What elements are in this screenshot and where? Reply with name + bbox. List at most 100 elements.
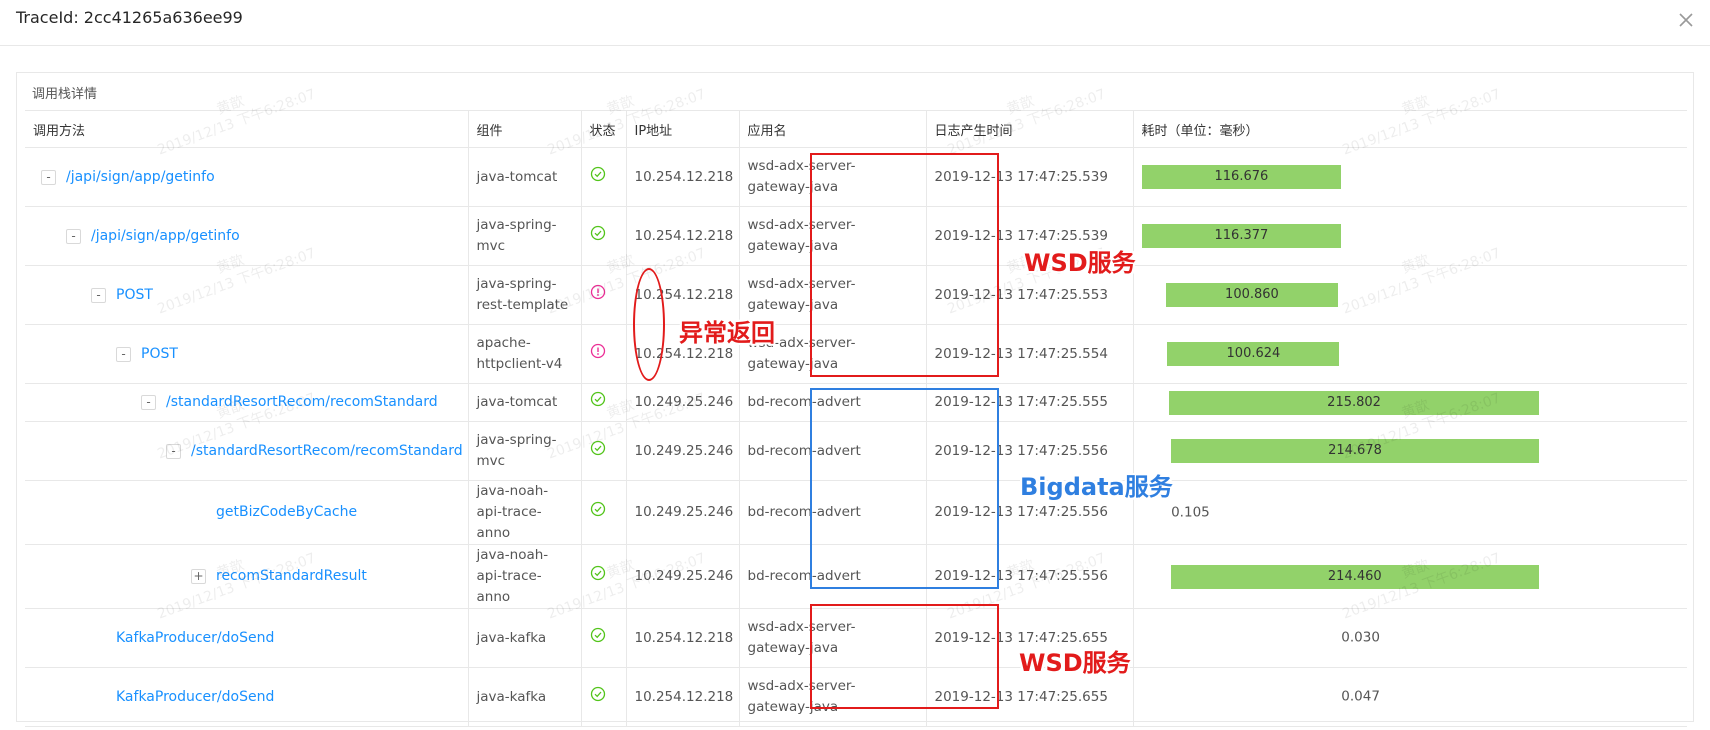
table-row: - POST java-spring-rest-template 10.254.12.… bbox=[25, 265, 1687, 325]
method-cell: + recomStandardResult bbox=[25, 544, 468, 609]
success-status-icon bbox=[590, 627, 606, 647]
table-header-row: 调用方法 组件 状态 IP地址 应用名 日志产生时间 耗时（单位：毫秒） bbox=[25, 110, 1687, 148]
component-cell: java-tomcat bbox=[467, 383, 581, 422]
success-status-icon bbox=[590, 686, 606, 706]
status-cell bbox=[580, 265, 626, 325]
expand-toggle[interactable]: - bbox=[91, 287, 106, 303]
bigdata-service-label: Bigdata服务 bbox=[1020, 473, 1173, 501]
ip-cell: 10.254.12.218 bbox=[625, 667, 739, 727]
duration-cell: 214.678 bbox=[1132, 421, 1687, 481]
duration-cell: 215.802 bbox=[1132, 383, 1687, 422]
column-header-app: 应用名 bbox=[738, 110, 926, 148]
duration-cell: 116.377 bbox=[1132, 206, 1687, 266]
app-cell: wsd-adx-server-gateway-java bbox=[738, 206, 926, 266]
table-row: KafkaProducer/doSend java-kafka 10.254.12.… bbox=[25, 667, 1687, 727]
method-link[interactable]: KafkaProducer/doSend bbox=[116, 687, 274, 708]
expand-toggle[interactable]: - bbox=[41, 169, 56, 185]
status-cell bbox=[580, 421, 626, 481]
method-link[interactable]: getBizCodeByCache bbox=[216, 502, 357, 523]
duration-bar: 214.460 bbox=[1171, 564, 1539, 589]
ip-cell: 10.254.12.218 bbox=[625, 147, 739, 207]
expand-toggle[interactable]: - bbox=[166, 443, 181, 459]
success-status-icon bbox=[590, 501, 606, 521]
table-row: getBizCodeByCache java-noah-api-trace-ann… bbox=[25, 480, 1687, 545]
table-row: -/standardResortRecom/recomStandard java-… bbox=[25, 421, 1687, 481]
expand-toggle[interactable]: - bbox=[141, 395, 156, 410]
app-cell: bd-recom-advert bbox=[738, 383, 926, 422]
method-link[interactable]: /japi/sign/app/getinfo bbox=[66, 167, 215, 188]
column-header-log-time: 日志产生时间 bbox=[925, 110, 1133, 148]
success-status-icon bbox=[590, 391, 606, 411]
column-header-method: 调用方法 bbox=[25, 110, 468, 148]
component-cell: java-spring-mvc bbox=[467, 206, 581, 266]
trace-id-title: TraceId: 2cc41265a636ee99 bbox=[16, 8, 243, 27]
duration-bar: 100.624 bbox=[1167, 342, 1340, 366]
expand-toggle[interactable]: + bbox=[191, 569, 206, 584]
component-cell: java-kafka bbox=[467, 667, 581, 727]
status-cell bbox=[580, 667, 626, 727]
ip-cell: 10.249.25.246 bbox=[625, 383, 739, 422]
success-status-icon bbox=[590, 565, 606, 585]
method-link[interactable]: /standardResortRecom/recomStandard bbox=[191, 441, 463, 462]
ip-cell: 10.249.25.246 bbox=[625, 544, 739, 609]
method-cell: -/standardResortRecom/recomStandard bbox=[25, 421, 468, 481]
method-link[interactable]: /standardResortRecom/recomStandard bbox=[166, 392, 438, 413]
app-cell: bd-recom-advert bbox=[738, 480, 926, 545]
method-link[interactable]: POST bbox=[141, 344, 178, 365]
error-status-icon bbox=[590, 343, 606, 363]
component-cell: java-kafka bbox=[467, 608, 581, 668]
method-cell: KafkaProducer/doSend bbox=[25, 667, 468, 727]
log-time-cell: 2019-12-13 17:47:25.554 bbox=[925, 324, 1133, 384]
card-title: 调用栈详情 bbox=[32, 87, 98, 102]
wsd-service-label-top: WSD服务 bbox=[1024, 249, 1136, 277]
method-cell: getBizCodeByCache bbox=[25, 480, 468, 545]
status-cell bbox=[580, 544, 626, 609]
method-cell: -/standardResortRecom/recomStandard bbox=[25, 383, 468, 422]
duration-cell: 214.460 bbox=[1132, 544, 1687, 609]
duration-cell: 116.676 bbox=[1132, 147, 1687, 207]
app-cell: wsd-adx-server-gateway-java bbox=[738, 147, 926, 207]
component-cell: java-noah-api-trace-anno bbox=[467, 544, 581, 609]
component-cell: java-spring-mvc bbox=[467, 421, 581, 481]
duration-cell: 0.030 bbox=[1132, 608, 1687, 668]
component-cell: java-tomcat bbox=[467, 147, 581, 207]
ip-cell: 10.254.12.218 bbox=[625, 206, 739, 266]
table-row: KafkaProducer/doSend java-kafka 10.254.12.… bbox=[25, 608, 1687, 668]
method-cell: -/japi/sign/app/getinfo bbox=[25, 206, 468, 266]
call-stack-card: 调用栈详情 调用方法 组件 状态 IP地址 应用名 日志产生时间 耗时（单位：毫… bbox=[16, 72, 1694, 727]
method-link[interactable]: /japi/sign/app/getinfo bbox=[91, 226, 240, 247]
component-cell: apache-httpclient-v4 bbox=[467, 324, 581, 384]
app-cell: wsd-adx-server-gateway-java bbox=[738, 608, 926, 668]
duration-bar: 116.377 bbox=[1141, 224, 1342, 248]
method-link[interactable]: POST bbox=[116, 285, 153, 306]
duration-bar: 215.802 bbox=[1169, 390, 1539, 415]
table-row: - POST apache-httpclient-v4 10.254.12.218 ws… bbox=[25, 324, 1687, 384]
column-header-duration: 耗时（单位：毫秒） bbox=[1132, 110, 1687, 148]
method-cell: KafkaProducer/doSend bbox=[25, 608, 468, 668]
wsd-service-label-bottom: WSD服务 bbox=[1019, 649, 1131, 677]
success-status-icon bbox=[590, 225, 606, 245]
status-cell bbox=[580, 480, 626, 545]
table-row: + recomStandardResult java-noah-api-trace-… bbox=[25, 544, 1687, 609]
ip-cell: 10.249.25.246 bbox=[625, 480, 739, 545]
duration-cell: 100.860 bbox=[1132, 265, 1687, 325]
table-row: -/japi/sign/app/getinfo java-tomcat 10.254… bbox=[25, 147, 1687, 207]
app-cell: bd-recom-advert bbox=[738, 544, 926, 609]
log-time-cell: 2019-12-13 17:47:25.539 bbox=[925, 147, 1133, 207]
close-icon[interactable] bbox=[1672, 6, 1700, 34]
ip-cell: 10.249.25.246 bbox=[625, 421, 739, 481]
method-cell: - POST bbox=[25, 265, 468, 325]
duration-cell: 100.624 bbox=[1132, 324, 1687, 384]
column-header-component: 组件 bbox=[467, 110, 581, 148]
expand-toggle[interactable]: - bbox=[116, 346, 131, 362]
duration-cell: 0.105 bbox=[1132, 480, 1687, 545]
expand-toggle[interactable]: - bbox=[66, 228, 81, 244]
method-link[interactable]: recomStandardResult bbox=[216, 566, 367, 587]
component-cell: java-noah-api-trace-anno bbox=[467, 480, 581, 545]
app-cell: bd-recom-advert bbox=[738, 421, 926, 481]
duration-value: 0.105 bbox=[1171, 504, 1210, 520]
status-cell bbox=[580, 608, 626, 668]
component-cell: java-spring-rest-template bbox=[467, 265, 581, 325]
success-status-icon bbox=[590, 166, 606, 186]
method-link[interactable]: KafkaProducer/doSend bbox=[116, 628, 274, 649]
